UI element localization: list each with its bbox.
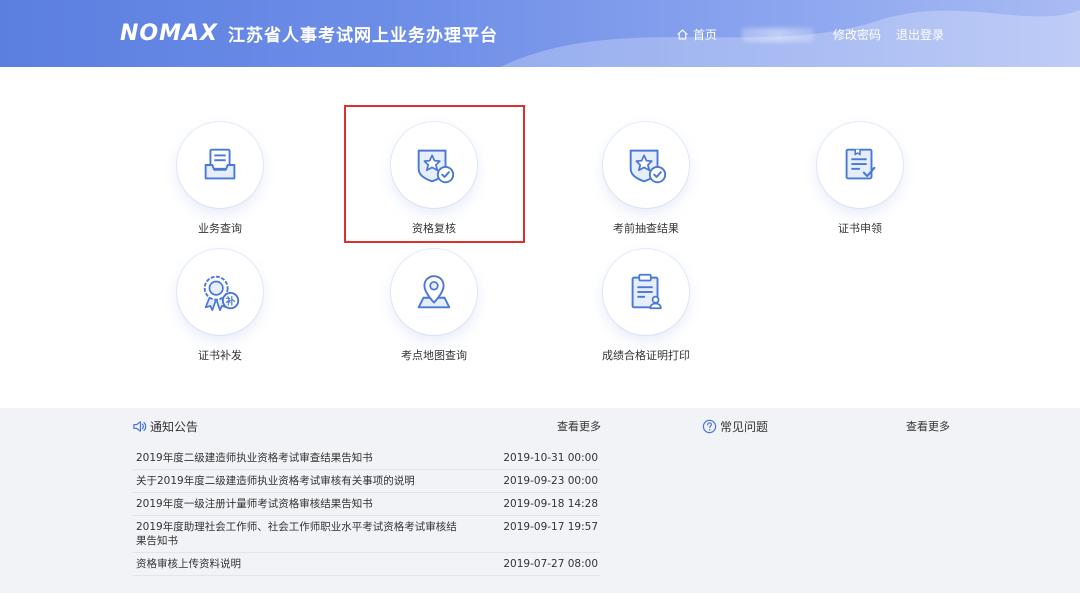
- faq-more-link[interactable]: 查看更多: [906, 418, 950, 434]
- question-circle-icon: [702, 419, 717, 433]
- top-header: NOMAX 江苏省人事考试网上业务办理平台 首页 修改密码 退出登录: [0, 0, 1080, 67]
- notice-date: 2019-07-27 08:00: [503, 558, 598, 570]
- tile-pre-exam-check-result[interactable]: 考前抽查结果: [591, 122, 701, 236]
- certificate-check-icon: [845, 148, 876, 180]
- notice-more-link[interactable]: 查看更多: [557, 418, 601, 434]
- highlight-box: [344, 105, 525, 243]
- tile-certificate-application[interactable]: 证书申领: [805, 122, 915, 236]
- tile-label: 业务查询: [198, 222, 242, 235]
- tile-circle: [177, 122, 263, 208]
- notice-title: 2019年度一级注册计量师考试资格审核结果告知书: [136, 498, 373, 510]
- nav-change-password-link[interactable]: 修改密码: [833, 24, 881, 44]
- tile-circle: [817, 122, 903, 208]
- tile-circle: [603, 249, 689, 335]
- tile-circle: [603, 122, 689, 208]
- tile-score-certificate-print[interactable]: 成绩合格证明打印: [591, 249, 701, 363]
- nav-logout-link[interactable]: 退出登录: [896, 24, 944, 44]
- user-name-blurred: [742, 28, 814, 42]
- tile-business-query[interactable]: 业务查询: [165, 122, 275, 236]
- speaker-icon: [133, 420, 147, 432]
- tile-circle: [391, 249, 477, 335]
- notice-title: 2019年度助理社会工作师、社会工作师职业水平考试资格考试审核结果告知书: [136, 521, 457, 547]
- tile-exam-site-map[interactable]: 考点地图查询: [379, 249, 489, 363]
- nav-home-label: 首页: [693, 27, 718, 42]
- tile-label: 成绩合格证明打印: [602, 349, 690, 362]
- clipboard-user-icon: [631, 273, 662, 310]
- home-icon: [677, 28, 688, 40]
- medal-reissue-icon: 补: [203, 275, 240, 312]
- tile-label: 考点地图查询: [401, 349, 467, 362]
- notice-date: 2019-10-31 00:00: [503, 452, 598, 464]
- star-shield-check-icon: [629, 149, 667, 184]
- tile-label: 考前抽查结果: [613, 222, 679, 235]
- notice-list: 2019年度二级建造师执业资格考试审查结果告知书 2019-10-31 00:0…: [133, 447, 600, 576]
- platform-title: 江苏省人事考试网上业务办理平台: [228, 25, 498, 46]
- tile-label: 证书申领: [838, 222, 882, 235]
- notice-date: 2019-09-17 19:57: [503, 521, 598, 533]
- notice-date: 2019-09-18 14:28: [503, 498, 598, 510]
- list-item[interactable]: 2019年度一级注册计量师考试资格审核结果告知书 2019-09-18 14:2…: [133, 493, 600, 516]
- tile-label: 证书补发: [198, 349, 242, 362]
- faq-section-header: 常见问题: [702, 418, 768, 434]
- notice-section-title: 通知公告: [150, 419, 199, 434]
- notice-section-header: 通知公告: [132, 418, 198, 434]
- brand-logo: NOMAX: [120, 20, 218, 46]
- tile-certificate-reissue[interactable]: 补 证书补发: [165, 249, 275, 363]
- svg-text:补: 补: [225, 295, 236, 307]
- tile-circle: 补: [177, 249, 263, 335]
- map-pin-icon: [417, 275, 451, 309]
- list-item[interactable]: 关于2019年度二级建造师执业资格考试审核有关事项的说明 2019-09-23 …: [133, 470, 600, 493]
- notice-title: 2019年度二级建造师执业资格考试审查结果告知书: [136, 452, 373, 464]
- list-item[interactable]: 2019年度二级建造师执业资格考试审查结果告知书 2019-10-31 00:0…: [133, 447, 600, 470]
- notice-title: 资格审核上传资料说明: [136, 558, 241, 570]
- notice-title: 关于2019年度二级建造师执业资格考试审核有关事项的说明: [136, 475, 415, 487]
- list-item[interactable]: 2019年度助理社会工作师、社会工作师职业水平考试资格考试审核结果告知书 201…: [133, 516, 600, 553]
- faq-section-title: 常见问题: [720, 419, 769, 434]
- list-item[interactable]: 资格审核上传资料说明 2019-07-27 08:00: [133, 553, 600, 576]
- tray-document-icon: [204, 148, 236, 180]
- nav-home-link[interactable]: 首页: [676, 24, 717, 44]
- notice-date: 2019-09-23 00:00: [503, 475, 598, 487]
